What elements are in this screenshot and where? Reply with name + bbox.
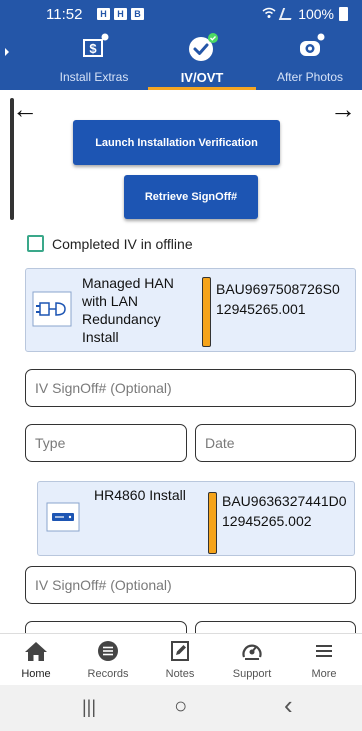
svg-text:$: $ bbox=[89, 41, 97, 56]
equipment-serial: BAU9697508726S0 bbox=[216, 281, 340, 297]
support-icon bbox=[241, 640, 263, 665]
nav-label: Notes bbox=[165, 668, 195, 680]
checkmark-icon bbox=[184, 32, 220, 67]
system-home-icon[interactable]: ○ bbox=[174, 693, 187, 719]
nav-records[interactable]: Records bbox=[72, 634, 144, 686]
system-navigation-bar: ||| ○ ‹ bbox=[0, 685, 362, 731]
equipment-serial: BAU9636327441D0 bbox=[222, 493, 347, 509]
notification-icon: B bbox=[131, 8, 144, 20]
equipment-ids: BAU9697508726S0 12945265.001 bbox=[216, 279, 356, 319]
type-input[interactable] bbox=[25, 621, 187, 633]
tab-label: After Photos bbox=[276, 70, 344, 84]
offline-label: Completed IV in offline bbox=[52, 235, 193, 252]
nav-label: Support bbox=[232, 668, 272, 680]
tab-scroll-left[interactable] bbox=[0, 28, 40, 90]
equipment-title: HR4860 Install bbox=[94, 487, 186, 503]
equipment-order: 12945265.002 bbox=[222, 513, 312, 529]
iv-signoff-input[interactable]: IV SignOff# (Optional) bbox=[25, 369, 356, 407]
equipment-title: Managed HAN with LAN Redundancy Install bbox=[82, 275, 174, 345]
receiver-box-icon bbox=[46, 502, 80, 532]
equipment-card[interactable]: HR4860 Install BAU9636327441D0 12945265.… bbox=[37, 481, 355, 556]
dollar-receipt-icon: $ bbox=[78, 32, 110, 67]
home-icon bbox=[24, 640, 48, 665]
status-indicator bbox=[202, 277, 211, 347]
tab-iv-ovt[interactable]: IV/OVT bbox=[148, 28, 256, 90]
launch-installation-verification-button[interactable]: Launch Installation Verification bbox=[73, 120, 280, 165]
records-icon bbox=[97, 640, 119, 665]
type-input[interactable]: Type bbox=[25, 424, 187, 462]
nav-label: More bbox=[311, 668, 337, 680]
tab-after-photos[interactable]: After Photos bbox=[256, 28, 362, 90]
status-bar: 11:52 H H B 100% bbox=[0, 0, 362, 28]
wifi-icon bbox=[262, 6, 276, 22]
iv-signoff-input[interactable]: IV SignOff# (Optional) bbox=[25, 566, 356, 604]
recents-icon[interactable]: ||| bbox=[82, 697, 96, 718]
nav-home[interactable]: Home bbox=[0, 634, 72, 686]
notes-icon bbox=[169, 640, 191, 665]
nav-support[interactable]: Support bbox=[216, 634, 288, 686]
date-input[interactable] bbox=[195, 621, 356, 633]
camera-icon bbox=[294, 32, 326, 67]
nav-label: Records bbox=[87, 668, 129, 680]
previous-arrow-icon[interactable]: ← bbox=[12, 96, 38, 122]
tab-bar: $ Install Extras IV/OVT After Photos bbox=[0, 28, 362, 90]
content-area[interactable]: ← → Launch Installation Verification Ret… bbox=[0, 90, 362, 633]
tab-label: IV/OVT bbox=[180, 70, 224, 85]
bottom-navigation: Home Records Notes Support More bbox=[0, 633, 362, 685]
nav-more[interactable]: More bbox=[288, 634, 360, 686]
nav-notes[interactable]: Notes bbox=[144, 634, 216, 686]
scroll-left-icon bbox=[5, 48, 9, 56]
notification-icon: H bbox=[97, 8, 110, 20]
network-device-icon bbox=[32, 291, 72, 327]
date-input[interactable]: Date bbox=[195, 424, 356, 462]
equipment-ids: BAU9636327441D0 12945265.002 bbox=[222, 491, 352, 531]
tab-install-extras[interactable]: $ Install Extras bbox=[40, 28, 148, 90]
signal-icon bbox=[279, 8, 296, 20]
notification-icon: H bbox=[114, 8, 127, 20]
tab-label: Install Extras bbox=[59, 70, 129, 84]
offline-checkbox[interactable] bbox=[27, 235, 44, 252]
status-time: 11:52 bbox=[46, 6, 83, 23]
equipment-card[interactable]: Managed HAN with LAN Redundancy Install … bbox=[25, 268, 356, 352]
offline-checkbox-row[interactable]: Completed IV in offline bbox=[27, 235, 193, 252]
menu-icon bbox=[313, 640, 335, 665]
status-indicator bbox=[208, 492, 217, 554]
equipment-order: 12945265.001 bbox=[216, 301, 306, 317]
retrieve-signoff-button[interactable]: Retrieve SignOff# bbox=[124, 175, 258, 219]
notification-icons: H H B bbox=[97, 8, 144, 20]
back-icon[interactable]: ‹ bbox=[284, 690, 293, 721]
battery-percent: 100% bbox=[298, 6, 334, 22]
battery-icon bbox=[339, 7, 348, 21]
next-arrow-icon[interactable]: → bbox=[330, 96, 356, 122]
nav-label: Home bbox=[21, 668, 51, 680]
